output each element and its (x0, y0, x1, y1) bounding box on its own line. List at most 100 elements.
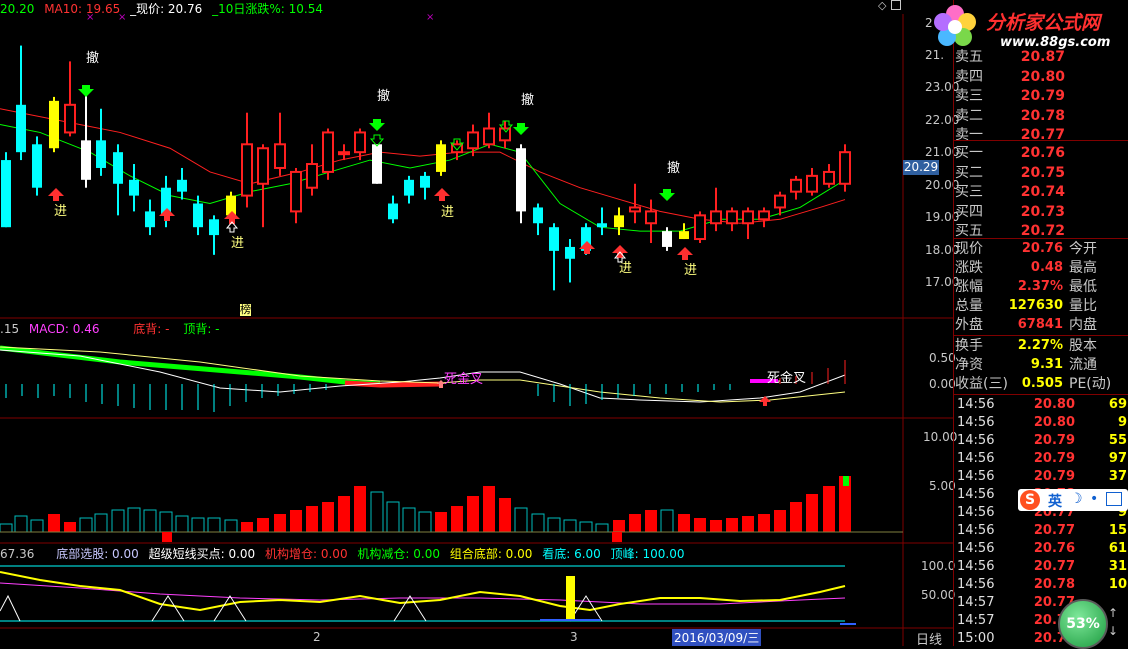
tick-price: 20.79 (1033, 469, 1075, 484)
tick-price: 20.77 (1033, 523, 1075, 538)
indicator-panel (0, 565, 856, 625)
order-book-price: 20.79 (1020, 88, 1065, 104)
progress-badge[interactable]: 53% (1058, 599, 1108, 649)
ime-lang[interactable]: 英 (1048, 491, 1062, 511)
volume-bar (774, 510, 786, 532)
tick-volume: 97 (1108, 451, 1127, 466)
ticks-separator (953, 394, 1128, 395)
stat-row: 总量 127630 量比 (955, 297, 1125, 315)
tick-time: 14:56 (957, 541, 995, 556)
macd-dea-line (0, 346, 846, 403)
volume-bar (547, 517, 561, 533)
sicha-label-1: 死金叉 (444, 372, 484, 387)
dingbei-value: 顶背: - (183, 322, 220, 336)
stat-right-label: 流通 (1069, 357, 1097, 373)
order-book-row[interactable]: 卖二 20.78 (955, 107, 1125, 125)
volume-bar (418, 511, 432, 533)
stat-value: 0.48 (1030, 260, 1063, 275)
volume-bar (30, 519, 44, 533)
order-book-label: 买一 (955, 145, 983, 161)
order-book-row[interactable]: 买三 20.74 (955, 183, 1125, 201)
close-box-icon[interactable] (891, 0, 901, 10)
tick-row: 14:56 20.77 31 (955, 558, 1127, 576)
volume-bar (499, 498, 511, 532)
stat-row: 外盘 67841 内盘 (955, 316, 1125, 334)
tick-row: 14:56 20.79 97 (955, 450, 1127, 468)
order-book-row[interactable]: 买四 20.73 (955, 203, 1125, 221)
volume-bar (241, 522, 253, 532)
volume-bar (742, 516, 754, 532)
order-book-row[interactable]: 买二 20.75 (955, 164, 1125, 182)
zuhe-value: 组合底部: 0.00 (449, 547, 533, 561)
tick-time: 14:56 (957, 523, 995, 538)
order-book-label: 卖一 (955, 127, 983, 143)
tick-time: 14:56 (957, 505, 995, 520)
tick-price: 20.76 (1033, 541, 1075, 556)
stat-right-label: 最高 (1069, 260, 1097, 276)
volume-bar (94, 513, 108, 533)
stat-label: 外盘 (955, 317, 983, 333)
up-icon[interactable]: ↑ (1108, 606, 1118, 620)
macd-axis-000: 0.00 (929, 377, 956, 391)
order-book-row[interactable]: 买一 20.76 (955, 144, 1125, 162)
volume-bar (531, 513, 545, 533)
tick-price: 20.79 (1033, 433, 1075, 448)
volume-bar (726, 518, 738, 532)
volume-bar (595, 523, 609, 533)
macd-value: MACD: 0.46 (28, 322, 100, 336)
diamond-icon[interactable]: ◇ (878, 0, 886, 12)
order-book-price: 20.80 (1020, 68, 1065, 85)
stat-value: 9.31 (1030, 357, 1063, 372)
tick-price: 20.77 (1033, 559, 1075, 574)
logo-title: 分析家公式网 (986, 12, 1101, 34)
time-axis-m2: 2 (313, 630, 321, 644)
macd-header: .15 MACD: 0.46 底背: - 顶背: - (0, 320, 220, 337)
ime-toolbar[interactable]: S 英 ☽ • (1018, 489, 1128, 511)
volume-bar (629, 514, 641, 532)
stat-right-label: 量比 (1069, 298, 1097, 314)
macd-green-line (0, 345, 381, 387)
order-book-row[interactable]: 卖三 20.79 (955, 87, 1125, 105)
order-book-price: 20.75 (1020, 164, 1065, 181)
volume-bar (514, 507, 528, 533)
stat-value: 67841 (1017, 317, 1063, 332)
volume-bar (386, 501, 400, 533)
down-icon[interactable]: ↓ (1108, 624, 1118, 638)
order-book-label: 买三 (955, 184, 983, 200)
volume-bar (274, 514, 286, 532)
kandi-value: 看底: 6.00 (542, 547, 601, 561)
tick-price: 20.78 (1033, 577, 1075, 592)
tick-row: 14:56 20.78 10 (955, 576, 1127, 594)
stat-row: 换手 2.27% 股本 (955, 337, 1125, 355)
volume-bar (451, 506, 463, 532)
order-book-row[interactable]: 卖五 20.87 (955, 48, 1125, 66)
period-label[interactable]: 日线 (916, 629, 942, 648)
tick-time: 14:56 (957, 415, 995, 430)
order-book-label: 卖五 (955, 49, 983, 65)
moon-icon[interactable]: ☽ (1070, 491, 1083, 507)
tick-price: 20.80 (1033, 397, 1075, 412)
order-book-label: 卖三 (955, 88, 983, 104)
volume-bar (483, 486, 495, 532)
order-book-row[interactable]: 卖四 20.80 (955, 68, 1125, 86)
tick-row: 14:56 20.79 55 (955, 432, 1127, 450)
tick-row: 14:56 20.80 9 (955, 414, 1127, 432)
tick-volume: 37 (1108, 469, 1127, 484)
macd-dif-line (0, 349, 846, 403)
dot-icon[interactable]: • (1090, 491, 1098, 507)
tick-volume: 61 (1108, 541, 1127, 556)
volume-bar (191, 517, 205, 533)
keyboard-icon[interactable] (1106, 492, 1122, 506)
indicator-axis: 100.0 50.00 (903, 543, 956, 628)
ind-axis-50: 50.00 (921, 588, 956, 602)
macd-panel (0, 345, 846, 412)
stat-right-label: 股本 (1069, 338, 1097, 354)
order-book-row[interactable]: 卖一 20.77 (955, 126, 1125, 144)
volume-bar (563, 519, 577, 533)
stat-value: 2.37% (1017, 279, 1063, 294)
order-book-price: 20.74 (1020, 184, 1065, 200)
zengcang-value: 机构增仓: 0.00 (265, 547, 348, 561)
current-price-tag: 20.29 (903, 160, 939, 175)
tick-row: 14:56 20.79 37 (955, 468, 1127, 486)
volume-bar (64, 522, 76, 532)
